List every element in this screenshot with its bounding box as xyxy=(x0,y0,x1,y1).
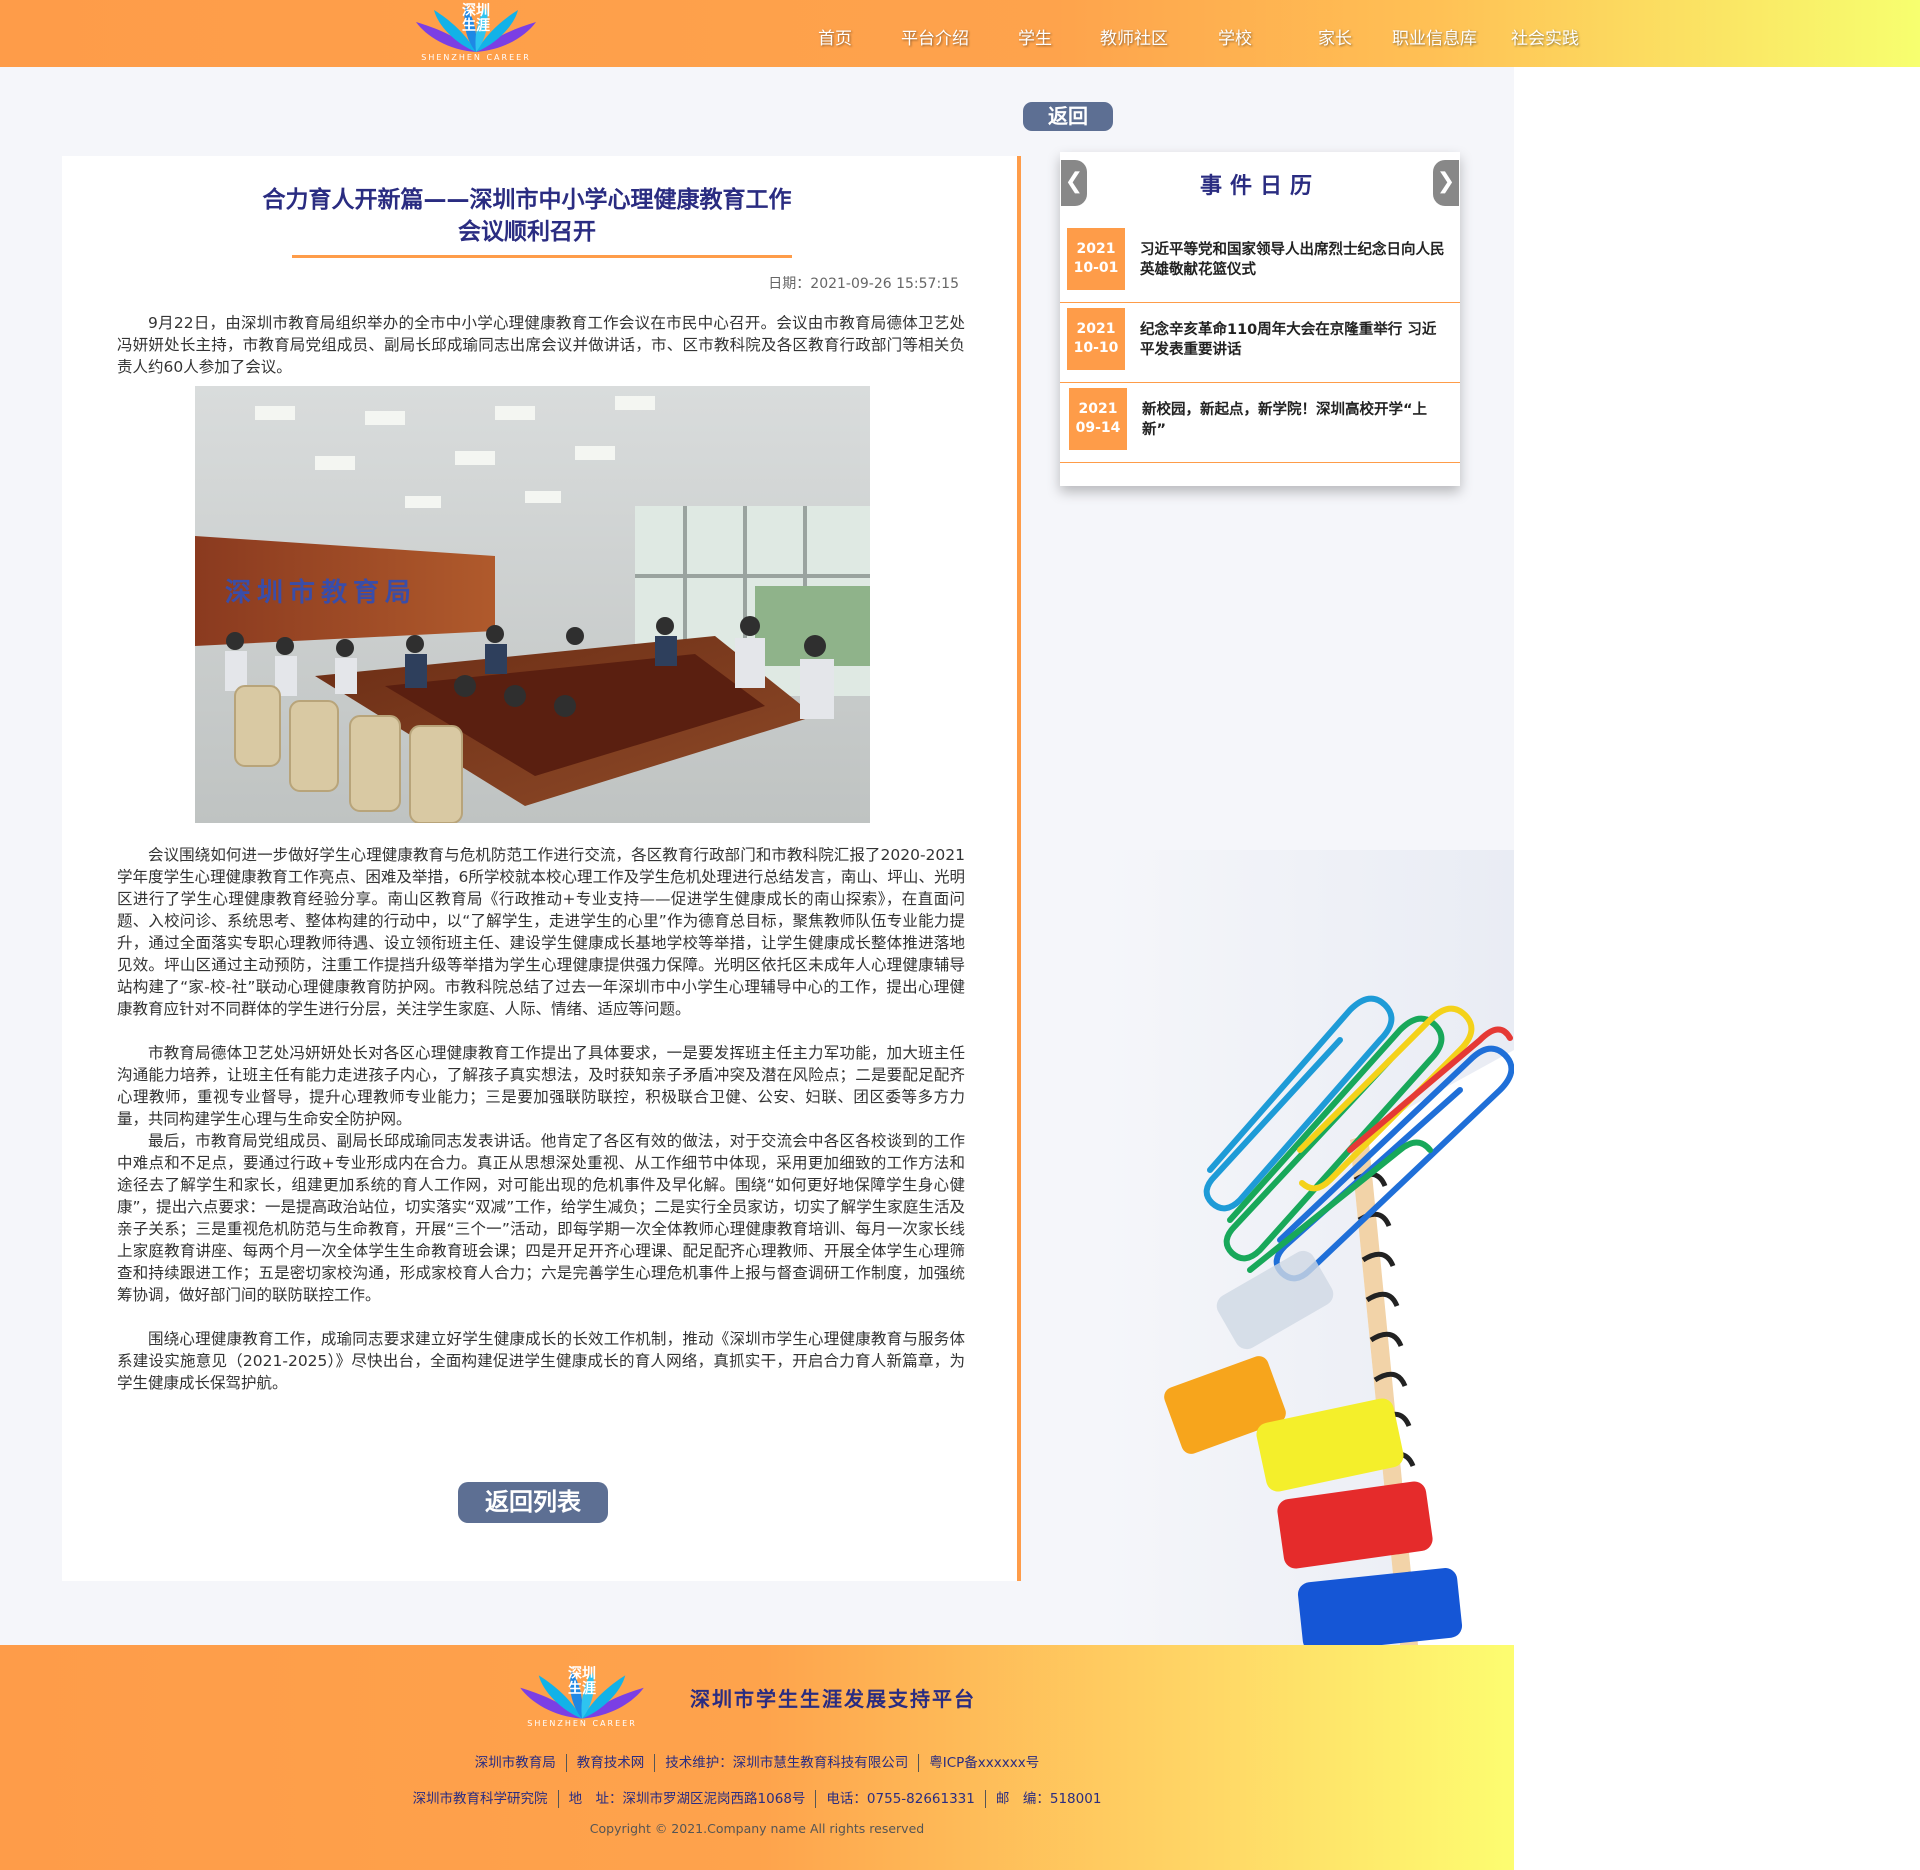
stationery-illustration xyxy=(1100,850,1514,1645)
footer-links-row2: 深圳市教育科学研究院 地 址：深圳市罗湖区泥岗西路1068号 电话：0755-826… xyxy=(0,1787,1514,1808)
event-date-badge: 2021 09-14 xyxy=(1069,388,1127,450)
top-header: 深圳 生涯 SHENZHEN CAREER 首页 平台介绍 学生 教师社区 学校… xyxy=(0,0,1920,67)
article-paragraph-5: 围绕心理健康教育工作，成瑜同志要求建立好学生健康成长的长效工作机制，推动《深圳市… xyxy=(117,1330,965,1392)
event-year: 2021 xyxy=(1076,321,1116,337)
footer-logo-english: SHENZHEN CAREER xyxy=(527,1719,637,1728)
footer-logo-text-line1: 深圳 xyxy=(568,1666,596,1682)
title-underline xyxy=(292,255,792,258)
footer-link-edu-tech-net[interactable]: 教育技术网 xyxy=(577,1755,645,1771)
event-title: 纪念辛亥革命110周年大会在京隆重举行 习近平发表重要讲话 xyxy=(1140,322,1437,358)
article-paragraph-2: 会议围绕如何进一步做好学生心理健康教育与危机防范工作进行交流，各区教育行政部门和… xyxy=(117,846,965,1018)
article-paragraph-4: 最后，市教育局党组成员、副局长邱成瑜同志发表讲话。他肯定了各区有效的做法，对于交… xyxy=(117,1132,965,1304)
divider xyxy=(984,1790,986,1808)
footer-logo[interactable]: 深圳 生涯 SHENZHEN CAREER xyxy=(512,1663,652,1733)
event-year: 2021 xyxy=(1078,401,1118,417)
nav-social-practice[interactable]: 社会实践 xyxy=(1511,24,1579,49)
footer-link-research-institute[interactable]: 深圳市教育科学研究院 xyxy=(413,1791,548,1807)
footer-copyright: Copyright © 2021.Company name All rights… xyxy=(589,1821,925,1836)
event-calendar: ❮ 事件日历 ❯ 2021 10-01 习近平等党和国家领导人出席烈士纪念日向人… xyxy=(1060,152,1460,486)
divider xyxy=(654,1754,656,1772)
nav-teacher-community[interactable]: 教师社区 xyxy=(1100,24,1168,49)
date-label: 日期： xyxy=(768,276,811,292)
event-title: 新校园，新起点，新学院！深圳高校开学“上新” xyxy=(1142,402,1428,438)
article-title-line1: 合力育人开新篇——深圳市中小学心理健康教育工作 xyxy=(262,187,792,213)
footer-phone: 电话：0755-82661331 xyxy=(826,1791,975,1807)
calendar-event[interactable]: 2021 10-01 习近平等党和国家领导人出席烈士纪念日向人民英雄敬献花篮仪式 xyxy=(1060,222,1460,303)
site-footer: 深圳 生涯 SHENZHEN CAREER 深圳市学生生涯发展支持平台 深圳市教… xyxy=(0,1645,1514,1870)
divider xyxy=(815,1790,817,1808)
nav-parents[interactable]: 家长 xyxy=(1318,24,1352,49)
main-nav: 首页 平台介绍 学生 教师社区 学校 家长 职业信息库 社会实践 xyxy=(0,0,1920,67)
calendar-title: 事件日历 xyxy=(1199,173,1320,199)
date-value: 2021-09-26 15:57:15 xyxy=(810,276,959,292)
footer-postcode: 邮 编：518001 xyxy=(995,1791,1102,1807)
nav-career-database[interactable]: 职业信息库 xyxy=(1392,24,1477,49)
divider xyxy=(557,1790,559,1808)
footer-tech-support: 技术维护：深圳市慧生教育科技有限公司 xyxy=(665,1755,909,1771)
footer-address: 地 址：深圳市罗湖区泥岗西路1068号 xyxy=(568,1791,806,1807)
event-day: 09-14 xyxy=(1075,420,1121,436)
footer-links-row1: 深圳市教育局 教育技术网 技术维护：深圳市慧生教育科技有限公司 粤ICP备xxxxxx… xyxy=(0,1751,1514,1772)
back-button[interactable]: 返回 xyxy=(1023,102,1113,131)
divider xyxy=(918,1754,920,1772)
divider xyxy=(565,1754,567,1772)
event-date-badge: 2021 10-01 xyxy=(1067,228,1125,290)
platform-name: 深圳市学生生涯发展支持平台 xyxy=(690,1687,976,1711)
footer-logo-text-line2: 生涯 xyxy=(568,1681,596,1697)
article-title: 合力育人开新篇——深圳市中小学心理健康教育工作 会议顺利召开 xyxy=(212,184,842,248)
event-day: 10-10 xyxy=(1073,340,1119,356)
article-paragraph-3: 市教育局德体卫艺处冯妍妍处长对各区心理健康教育工作提出了具体要求，一是要发挥班主… xyxy=(117,1044,965,1128)
footer-link-education-bureau[interactable]: 深圳市教育局 xyxy=(475,1755,556,1771)
article-paragraph-1: 9月22日，由深圳市教育局组织举办的全市中小学心理健康教育工作会议在市民中心召开… xyxy=(117,314,965,376)
nav-home[interactable]: 首页 xyxy=(818,24,852,49)
event-title: 习近平等党和国家领导人出席烈士纪念日向人民英雄敬献花篮仪式 xyxy=(1140,242,1445,278)
article-date: 日期：2021-09-26 15:57:15 xyxy=(768,273,959,293)
meeting-photo: 深圳市教育局 xyxy=(195,386,870,823)
event-year: 2021 xyxy=(1076,241,1116,257)
calendar-next-button[interactable]: ❯ xyxy=(1433,160,1459,206)
return-to-list-button[interactable]: 返回列表 xyxy=(458,1482,608,1523)
event-day: 10-01 xyxy=(1073,260,1119,276)
event-date-badge: 2021 10-10 xyxy=(1067,308,1125,370)
chevron-right-icon: ❯ xyxy=(1436,169,1456,194)
article-title-line2: 会议顺利召开 xyxy=(458,219,596,245)
article-panel: 合力育人开新篇——深圳市中小学心理健康教育工作 会议顺利召开 日期：2021-0… xyxy=(62,156,1021,1581)
calendar-event[interactable]: 2021 10-10 纪念辛亥革命110周年大会在京隆重举行 习近平发表重要讲话 xyxy=(1060,302,1460,383)
calendar-event[interactable]: 2021 09-14 新校园，新起点，新学院！深圳高校开学“上新” xyxy=(1060,382,1460,463)
footer-icp-link[interactable]: 粤ICP备xxxxxx号 xyxy=(929,1755,1039,1771)
nav-schools[interactable]: 学校 xyxy=(1218,24,1252,49)
nav-platform-intro[interactable]: 平台介绍 xyxy=(901,24,969,49)
photo-wall-sign: 深圳市教育局 xyxy=(225,577,417,608)
nav-students[interactable]: 学生 xyxy=(1018,24,1052,49)
